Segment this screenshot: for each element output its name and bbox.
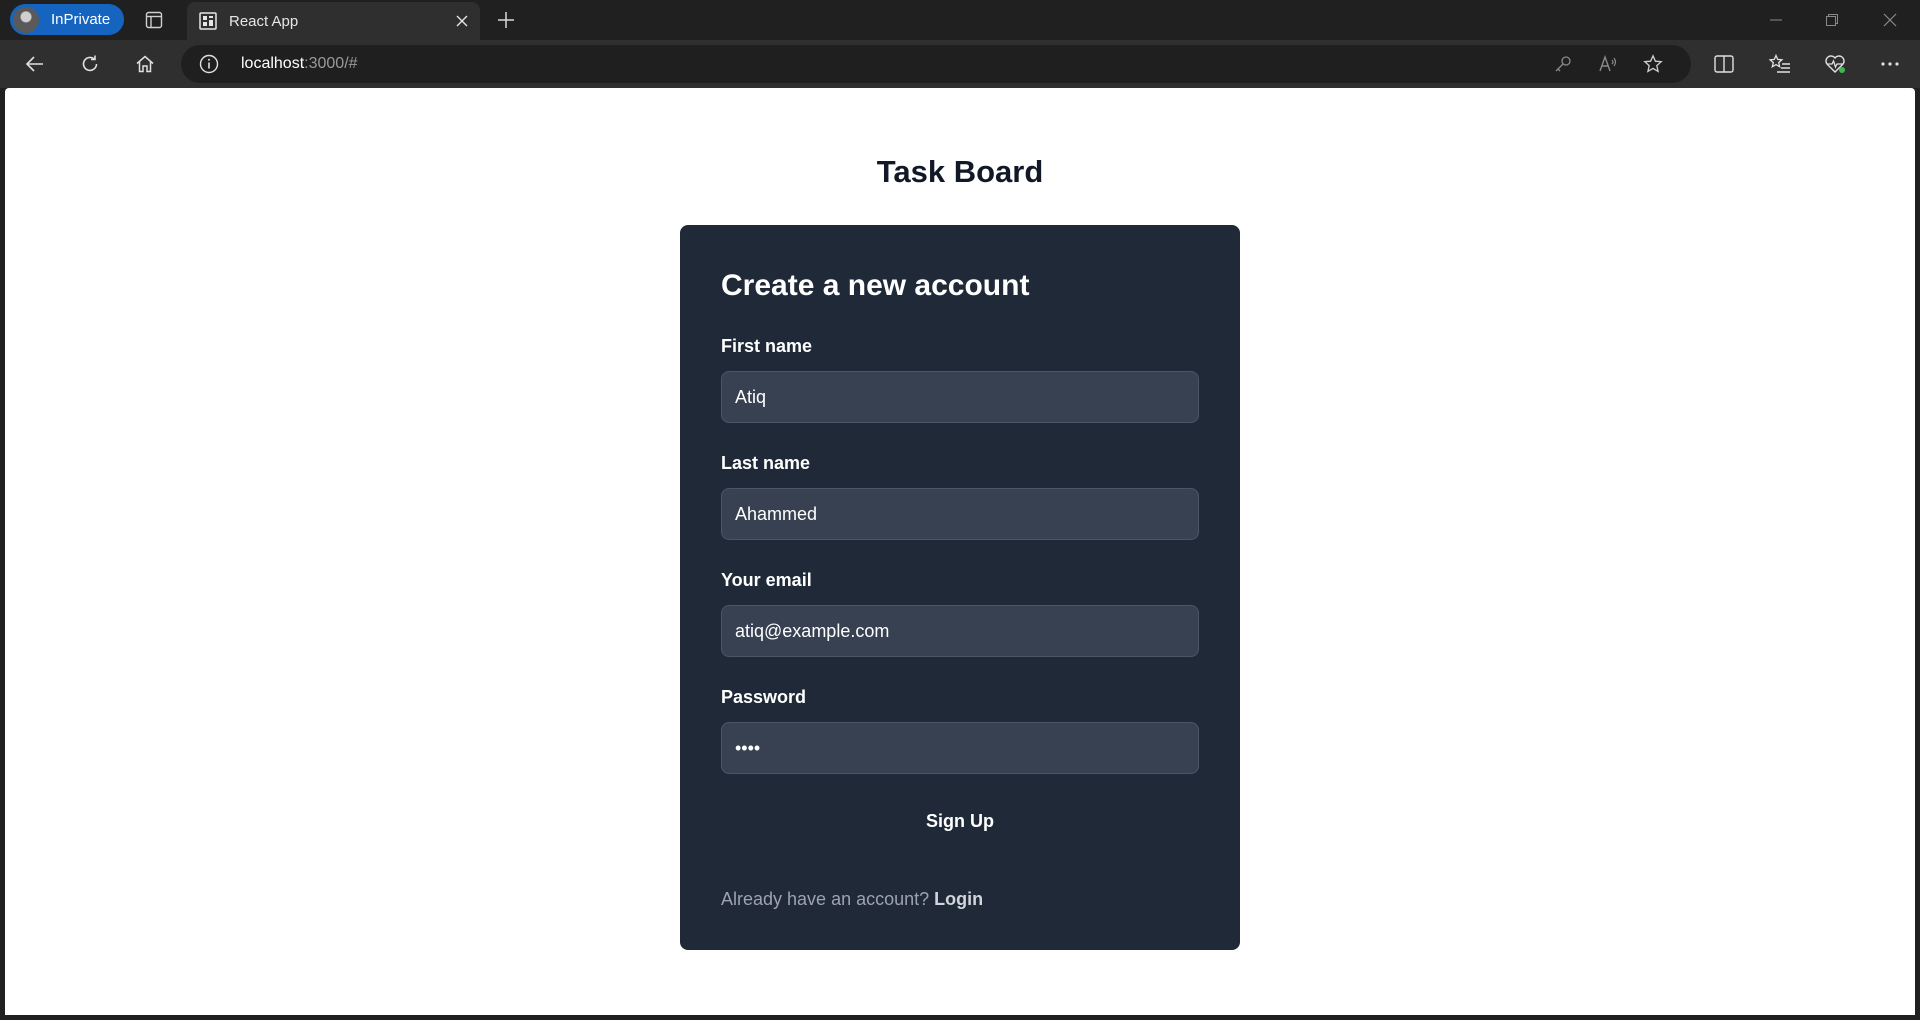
new-tab-button[interactable] [491, 6, 521, 34]
page-viewport: Task Board Create a new account First na… [5, 88, 1915, 1015]
restore-button[interactable] [1804, 0, 1860, 40]
signup-form-card: Create a new account First name Last nam… [680, 225, 1240, 950]
url-path: :3000/# [304, 55, 358, 72]
more-dots-icon [1881, 62, 1899, 66]
browser-tab-active[interactable]: React App [187, 2, 480, 40]
email-label: Your email [721, 570, 812, 590]
refresh-button[interactable] [72, 46, 108, 82]
refresh-icon [82, 55, 98, 72]
password-label: Password [721, 687, 807, 707]
email-input[interactable] [721, 605, 1199, 657]
back-button[interactable] [17, 46, 53, 82]
tab-actions-button[interactable] [138, 6, 170, 34]
login-prompt: Already have an account? Login [721, 889, 983, 910]
window-close-button[interactable] [1862, 0, 1918, 40]
split-screen-icon [1714, 55, 1734, 73]
profile-avatar-icon [13, 6, 39, 33]
restore-icon [1826, 14, 1838, 26]
first-name-input[interactable] [721, 371, 1199, 423]
key-icon [1555, 56, 1571, 72]
read-aloud-button[interactable] [1596, 52, 1620, 76]
home-button[interactable] [127, 46, 163, 82]
heart-pulse-icon [1825, 55, 1845, 73]
first-name-label: First name [721, 336, 813, 356]
browser-essentials-button[interactable] [1817, 46, 1853, 82]
sign-up-button[interactable]: Sign Up [721, 798, 1199, 844]
url-text[interactable]: localhost:3000/# [241, 55, 358, 73]
arrow-left-icon [25, 56, 43, 72]
favorites-button[interactable] [1762, 46, 1798, 82]
form-heading: Create a new account [721, 269, 1030, 302]
inprivate-badge[interactable]: InPrivate [10, 4, 124, 35]
settings-more-button[interactable] [1872, 46, 1908, 82]
close-icon [456, 15, 468, 27]
tab-close-button[interactable] [448, 7, 476, 35]
address-bar[interactable]: localhost:3000/# [181, 45, 1691, 83]
star-icon [1643, 54, 1663, 73]
minimize-icon [1770, 19, 1782, 21]
minimize-button[interactable] [1748, 0, 1804, 40]
read-aloud-icon [1599, 55, 1617, 72]
close-icon [1883, 13, 1897, 27]
url-host: localhost [241, 55, 305, 72]
inprivate-label: InPrivate [51, 11, 111, 28]
password-input[interactable] [721, 722, 1199, 774]
site-info-button[interactable] [198, 53, 220, 75]
browser-title-bar: InPrivate React App [0, 0, 1920, 40]
login-prompt-text: Already have an account? [721, 889, 930, 909]
tab-title: React App [229, 12, 299, 30]
last-name-input[interactable] [721, 488, 1199, 540]
split-screen-button[interactable] [1706, 46, 1742, 82]
react-app-favicon-icon [199, 12, 217, 30]
plus-icon [498, 12, 514, 28]
info-icon [199, 54, 219, 74]
password-key-button[interactable] [1551, 52, 1575, 76]
browser-toolbar: localhost:3000/# [0, 40, 1920, 88]
favorites-list-icon [1769, 54, 1790, 73]
login-link[interactable]: Login [934, 889, 983, 909]
page-title: Task Board [876, 154, 1044, 189]
add-favorite-button[interactable] [1641, 52, 1665, 76]
last-name-label: Last name [721, 453, 811, 473]
tab-actions-icon [145, 11, 163, 29]
home-icon [136, 55, 154, 73]
